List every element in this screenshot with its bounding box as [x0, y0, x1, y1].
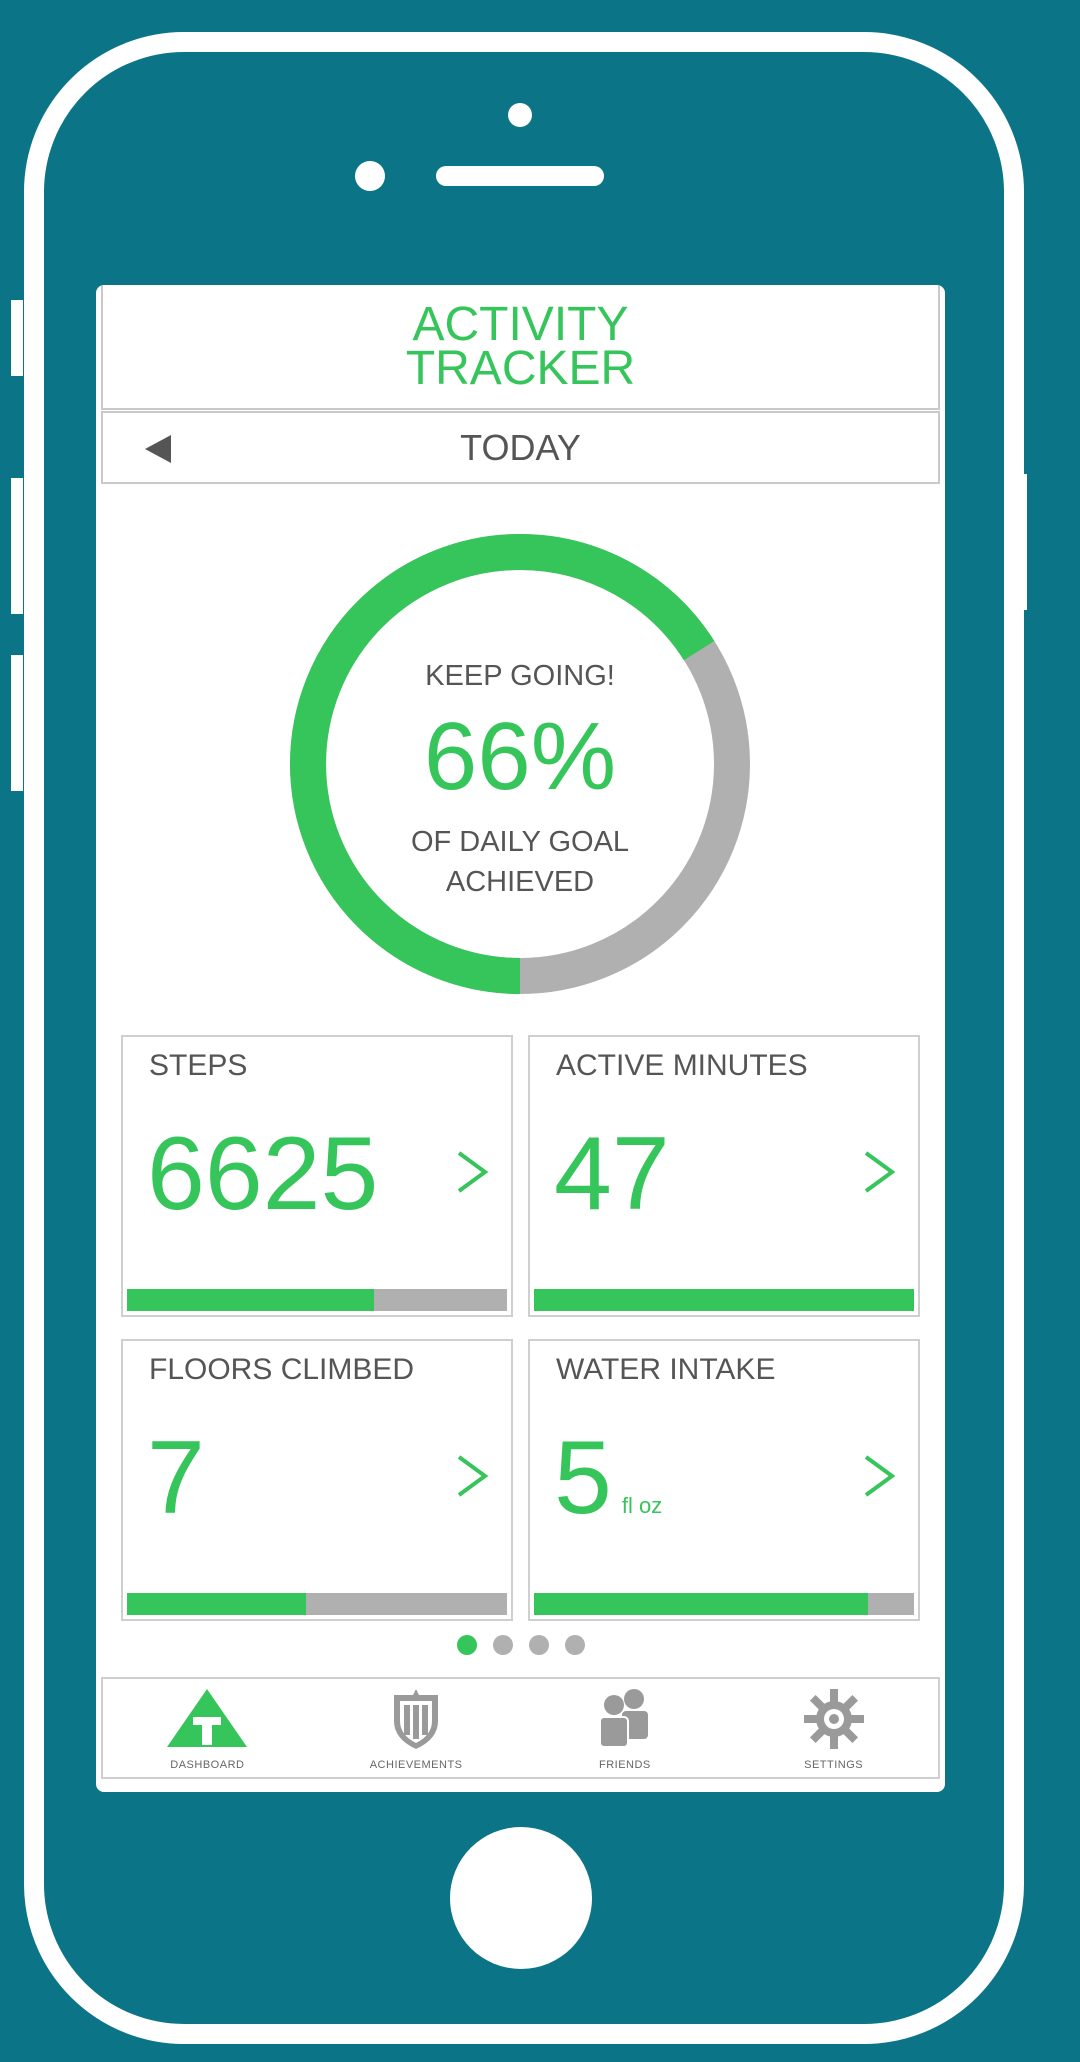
card-label: ACTIVE MINUTES	[556, 1049, 808, 1082]
app-header: ACTIVITY TRACKER	[101, 285, 940, 410]
date-bar: TODAY	[101, 411, 940, 484]
settings-icon	[803, 1689, 864, 1749]
card-value: 7	[147, 1420, 205, 1536]
goal-percent: 66%	[423, 703, 617, 810]
page-dot[interactable]	[492, 1635, 513, 1655]
speaker-slot	[436, 166, 604, 186]
tab-friends[interactable]: FRIENDS	[521, 1679, 730, 1777]
camera-dot	[508, 103, 532, 127]
card-active-minutes[interactable]: ACTIVE MINUTES 47	[528, 1035, 920, 1317]
card-progress-bar	[127, 1289, 507, 1311]
tab-settings[interactable]: SETTINGS	[729, 1679, 938, 1777]
tab-label: FRIENDS	[598, 1759, 651, 1771]
friends-icon	[598, 1689, 648, 1748]
tab-dashboard[interactable]: DASHBOARD	[103, 1679, 312, 1777]
card-progress-bar	[127, 1593, 507, 1615]
card-label: WATER INTAKE	[556, 1353, 776, 1386]
card-progress-fill	[127, 1593, 306, 1615]
page-dot[interactable]	[528, 1635, 549, 1655]
chevron-right-icon	[864, 1151, 896, 1193]
card-floors-climbed[interactable]: FLOORS CLIMBED 7	[121, 1339, 513, 1621]
card-progress-fill	[534, 1593, 869, 1615]
dashboard-icon	[167, 1689, 248, 1747]
card-water-intake[interactable]: WATER INTAKE 5 fl oz	[528, 1339, 920, 1621]
date-label: TODAY	[460, 427, 581, 468]
tab-label: DASHBOARD	[170, 1759, 245, 1771]
card-progress-fill	[127, 1289, 374, 1311]
card-value: 47	[554, 1116, 670, 1232]
card-steps[interactable]: STEPS 6625	[121, 1035, 513, 1317]
chevron-right-icon	[457, 1455, 489, 1497]
app-title: ACTIVITY TRACKER	[405, 297, 636, 395]
home-button	[450, 1827, 592, 1969]
page-indicator	[96, 1635, 945, 1659]
card-progress-bar	[534, 1289, 914, 1311]
tab-achievements[interactable]: ACHIEVEMENTS	[312, 1679, 521, 1777]
card-label: STEPS	[149, 1049, 248, 1082]
achievements-icon	[394, 1689, 439, 1749]
card-progress-fill	[534, 1289, 914, 1311]
tab-label: SETTINGS	[804, 1759, 864, 1771]
sensor-dot	[355, 161, 385, 191]
card-value: 6625	[147, 1116, 379, 1232]
card-unit: fl oz	[621, 1493, 663, 1518]
card-value: 5 fl oz	[554, 1420, 663, 1536]
goal-caption: OF DAILY GOAL ACHIEVED	[410, 826, 630, 898]
chevron-right-icon	[864, 1455, 896, 1497]
card-label: FLOORS CLIMBED	[149, 1353, 415, 1386]
chevron-right-icon	[457, 1151, 489, 1193]
page-dot[interactable]	[564, 1635, 585, 1655]
card-progress-bar	[534, 1593, 914, 1615]
goal-encouragement: KEEP GOING!	[425, 660, 615, 692]
tab-bar: DASHBOARD ACHIEVEMENTS FRIENDS SETTINGS	[101, 1677, 940, 1779]
tab-label: ACHIEVEMENTS	[369, 1759, 463, 1771]
page-dot[interactable]	[456, 1635, 477, 1655]
goal-ring: KEEP GOING! 66% OF DAILY GOAL ACHIEVED	[288, 532, 752, 996]
app-screen: ACTIVITY TRACKER TODAY KEEP GOING! 66% O…	[96, 285, 945, 1792]
